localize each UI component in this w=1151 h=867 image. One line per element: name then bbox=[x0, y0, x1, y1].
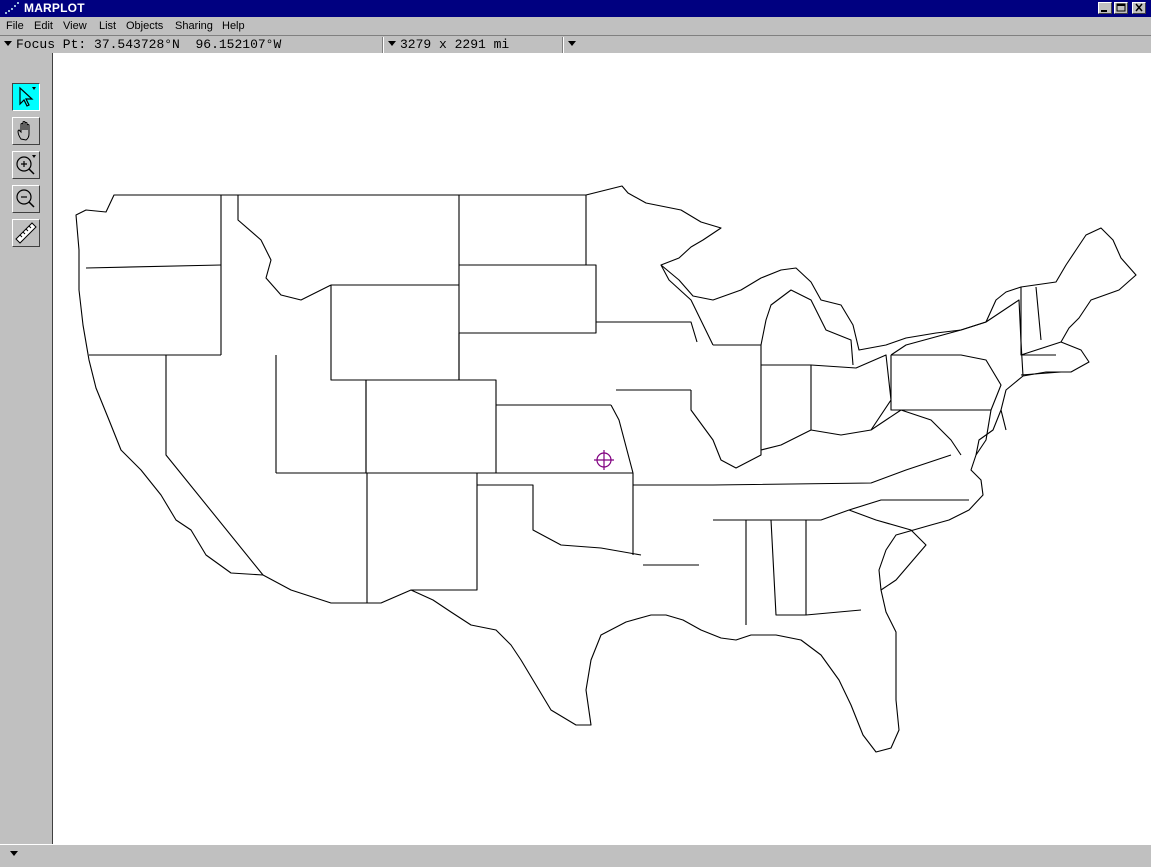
zoom-out-icon bbox=[16, 189, 35, 208]
focus-label: Focus Pt: bbox=[16, 37, 87, 52]
zoom-in-tool-button[interactable] bbox=[12, 151, 40, 179]
menu-list[interactable]: List bbox=[99, 19, 116, 33]
us-outline bbox=[75, 185, 1137, 753]
menu-sharing[interactable]: Sharing bbox=[175, 19, 213, 33]
menu-bar: File Edit View List Objects Sharing Help bbox=[0, 17, 1151, 35]
divider bbox=[382, 37, 384, 53]
us-state-boundaries-map[interactable] bbox=[53, 53, 1151, 844]
zoom-out-tool-button[interactable] bbox=[12, 185, 40, 213]
map-extent-readout[interactable]: 3279 x 2291 mi bbox=[388, 37, 509, 53]
menu-view[interactable]: View bbox=[63, 19, 87, 33]
dropdown-triangle-icon bbox=[388, 41, 396, 47]
ruler-icon bbox=[15, 222, 37, 244]
close-icon bbox=[1135, 3, 1143, 12]
divider bbox=[562, 37, 564, 53]
dropdown-triangle-icon bbox=[4, 41, 12, 47]
marplot-app-icon bbox=[5, 2, 19, 14]
coordinate-bar: Focus Pt: 37.543728°N 96.152107°W 3279 x… bbox=[0, 35, 1151, 53]
maximize-button[interactable] bbox=[1114, 2, 1128, 14]
crosshair-focus-icon bbox=[594, 450, 614, 470]
maximize-icon bbox=[1116, 3, 1126, 12]
longitude-value: 96.152107°W bbox=[195, 37, 282, 52]
tool-palette bbox=[0, 53, 52, 844]
menu-objects[interactable]: Objects bbox=[126, 19, 163, 33]
window-title: MARPLOT bbox=[24, 1, 85, 15]
focus-point-readout[interactable]: Focus Pt: 37.543728°N 96.152107°W bbox=[4, 37, 281, 53]
hand-tool-button[interactable] bbox=[12, 117, 40, 145]
latitude-value: 37.543728°N bbox=[94, 37, 180, 52]
minimize-button[interactable] bbox=[1098, 2, 1112, 14]
minimize-icon bbox=[1101, 10, 1107, 12]
dropdown-triangle-icon[interactable] bbox=[10, 851, 18, 856]
extent-value: 3279 x 2291 mi bbox=[400, 37, 510, 52]
arrow-pointer-icon bbox=[19, 86, 36, 107]
close-button[interactable] bbox=[1132, 2, 1146, 14]
menu-edit[interactable]: Edit bbox=[34, 19, 53, 33]
extra-dropdown[interactable] bbox=[568, 37, 580, 53]
zoom-in-icon bbox=[16, 155, 36, 175]
bottom-status-bar bbox=[0, 844, 1151, 867]
ruler-tool-button[interactable] bbox=[12, 219, 40, 247]
menu-file[interactable]: File bbox=[6, 19, 24, 33]
map-canvas[interactable] bbox=[52, 53, 1151, 844]
title-bar[interactable]: MARPLOT bbox=[0, 0, 1151, 17]
menu-help[interactable]: Help bbox=[222, 19, 245, 33]
arrow-tool-button[interactable] bbox=[12, 83, 40, 111]
hand-icon bbox=[17, 121, 30, 141]
dropdown-triangle-icon bbox=[568, 41, 576, 47]
